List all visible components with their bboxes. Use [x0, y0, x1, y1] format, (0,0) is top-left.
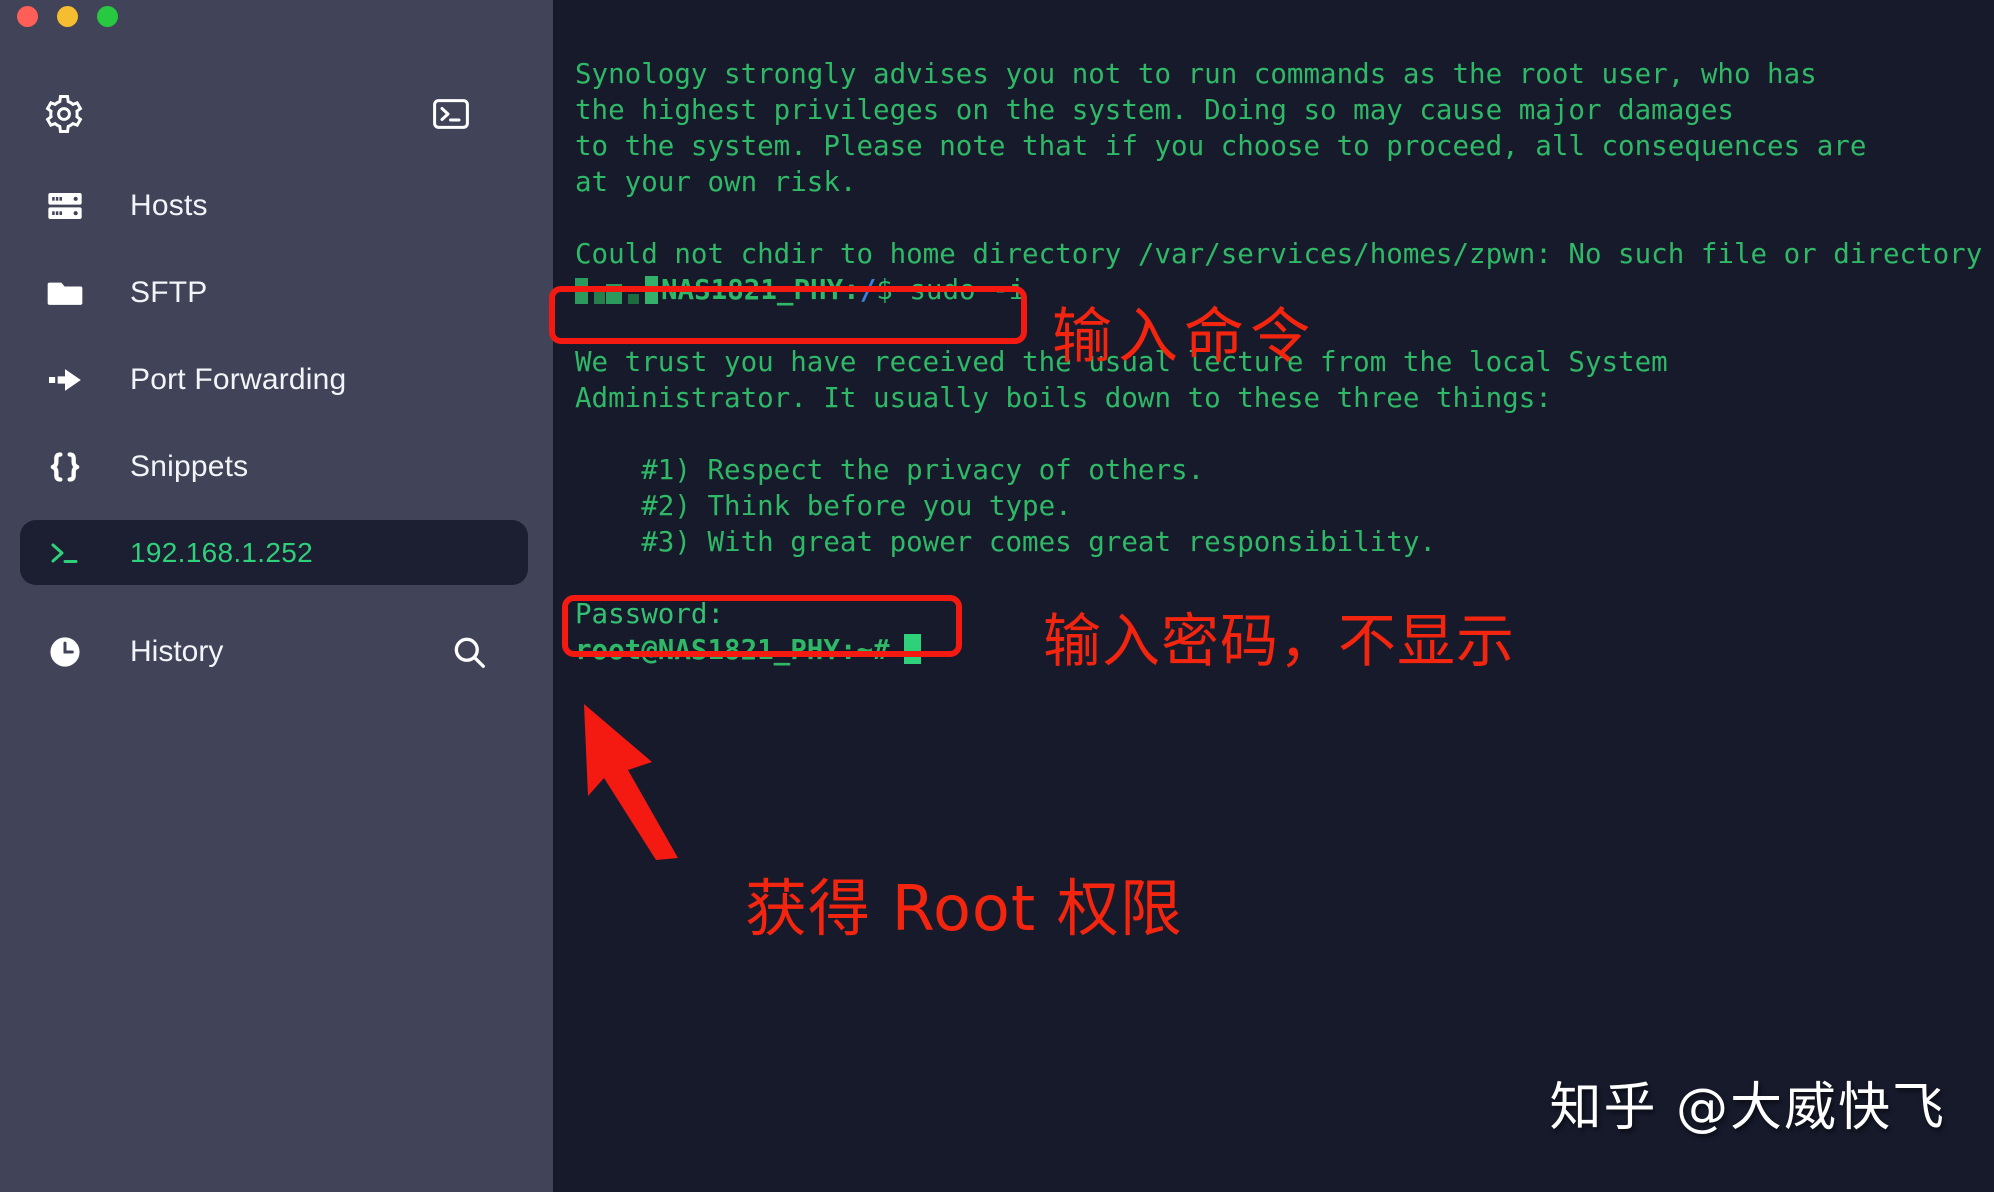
terminal-line: #2) Think before you type.: [575, 490, 1072, 522]
folder-icon: [42, 270, 88, 316]
terminal-line: #3) With great power comes great respons…: [575, 526, 1436, 558]
history-label: History: [130, 635, 224, 668]
sidebar-item-label: Snippets: [130, 449, 249, 483]
maximize-button[interactable]: [97, 6, 118, 27]
arrow-up-left-icon: [584, 704, 678, 860]
minimize-button[interactable]: [57, 6, 78, 27]
session-label: 192.168.1.252: [130, 536, 313, 568]
annotation-arrow: [560, 690, 720, 865]
terminal-command: $ sudo -i: [876, 274, 1026, 306]
masked-username: [575, 276, 661, 304]
terminal-line: at your own risk.: [575, 166, 857, 198]
terminal-line: the highest privileges on the system. Do…: [575, 94, 1734, 126]
search-button[interactable]: [447, 630, 491, 674]
gear-icon: [45, 95, 83, 133]
sidebar-item-label: Hosts: [130, 188, 208, 222]
search-icon: [454, 637, 485, 668]
server-rack-icon: [42, 183, 88, 229]
terminal-line: Could not chdir to home directory /var/s…: [575, 238, 1983, 270]
sidebar-item-label: SFTP: [130, 275, 208, 309]
arrow-forward-icon: [42, 357, 88, 403]
sidebar-item-history[interactable]: History: [0, 612, 553, 692]
terminal-host: NAS1821_PHY:: [661, 274, 860, 306]
sidebar: Hosts SFTP Port Forwarding Snippets 192.…: [0, 0, 553, 878]
annotation-root-label: 获得 Root 权限: [745, 872, 1183, 945]
terminal-root-prompt: root@NAS1821_PHY:~#: [575, 634, 890, 666]
sidebar-item-label: Port Forwarding: [130, 362, 347, 396]
sidebar-item-sftp[interactable]: SFTP: [0, 249, 553, 336]
prompt-icon: [42, 530, 88, 576]
terminal-path: /: [859, 274, 877, 306]
sidebar-item-hosts[interactable]: Hosts: [0, 162, 553, 249]
clock-icon: [42, 629, 88, 675]
close-button[interactable]: [17, 6, 38, 27]
annotation-password-label: 输入密码，不显示: [1043, 607, 1516, 675]
terminal-cursor: [903, 634, 921, 664]
new-terminal-button[interactable]: [431, 96, 471, 132]
annotation-command-label: 输入命令: [1052, 302, 1316, 372]
terminal-line: #1) Respect the privacy of others.: [575, 454, 1205, 486]
watermark: 知乎 @大威快飞: [1549, 1078, 1946, 1138]
sidebar-toolbar: [0, 92, 553, 146]
terminal-icon: [433, 99, 469, 129]
terminal-line: Synology strongly advises you not to run…: [575, 58, 1817, 90]
sidebar-item-session-192-168-1-252[interactable]: 192.168.1.252: [20, 520, 528, 585]
terminal-line: to the system. Please note that if you c…: [575, 130, 1867, 162]
settings-button[interactable]: [42, 92, 86, 136]
window-controls: [17, 6, 118, 27]
curly-braces-icon: [42, 444, 88, 490]
sidebar-item-port-forwarding[interactable]: Port Forwarding: [0, 336, 553, 423]
app-window: Hosts SFTP Port Forwarding Snippets 192.…: [0, 0, 1994, 1192]
sidebar-nav: Hosts SFTP Port Forwarding Snippets: [0, 162, 553, 510]
sidebar-item-snippets[interactable]: Snippets: [0, 423, 553, 510]
terminal-line: Administrator. It usually boils down to …: [575, 382, 1552, 414]
